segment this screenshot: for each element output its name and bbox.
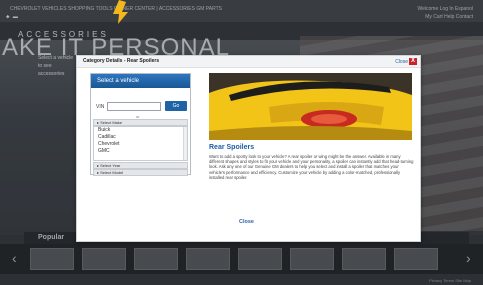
rear-spoiler-image — [209, 73, 412, 140]
close-link[interactable]: Close — [395, 59, 408, 65]
vehicle-panel-header: Select a vehicle — [91, 74, 190, 88]
make-list-item[interactable]: Buick — [94, 127, 187, 134]
make-list-item[interactable]: GMC — [94, 148, 187, 155]
go-button[interactable]: Go — [165, 101, 187, 111]
close-icon[interactable]: X — [409, 58, 417, 65]
make-list-scrollbar[interactable] — [183, 127, 187, 160]
modal-title: Category Details - Rear Spoilers — [83, 58, 160, 64]
make-list-item[interactable]: Chevrolet — [94, 141, 187, 148]
pointer-arrow-icon — [113, 0, 128, 24]
make-list[interactable]: Buick Cadillac Chevrolet GMC — [93, 126, 188, 161]
product-title: Rear Spoilers — [209, 144, 255, 151]
close-button[interactable]: Close — [239, 219, 254, 225]
vin-input[interactable] — [107, 102, 161, 111]
select-year-label: Select Year — [100, 163, 121, 168]
select-model-header[interactable]: ▸ Select Model — [93, 169, 188, 176]
vehicle-panel-title: Select a vehicle — [97, 78, 140, 84]
product-description: Want to add a sporty look to your vehicl… — [209, 154, 414, 180]
category-details-modal: Category Details - Rear Spoilers Close X… — [76, 55, 421, 242]
vehicle-selector-panel: Select a vehicle VIN Go or ▸ Select Make… — [90, 73, 191, 176]
vin-row: VIN Go — [91, 101, 190, 113]
make-list-item[interactable]: Cadillac — [94, 134, 187, 141]
vin-label: VIN — [96, 104, 105, 110]
select-model-label: Select Model — [100, 170, 124, 175]
select-make-label: Select Make — [100, 120, 123, 125]
select-make-header[interactable]: ▸ Select Make — [93, 119, 188, 126]
modal-header: Category Details - Rear Spoilers Close X — [77, 56, 420, 68]
select-year-header[interactable]: ▸ Select Year — [93, 162, 188, 169]
